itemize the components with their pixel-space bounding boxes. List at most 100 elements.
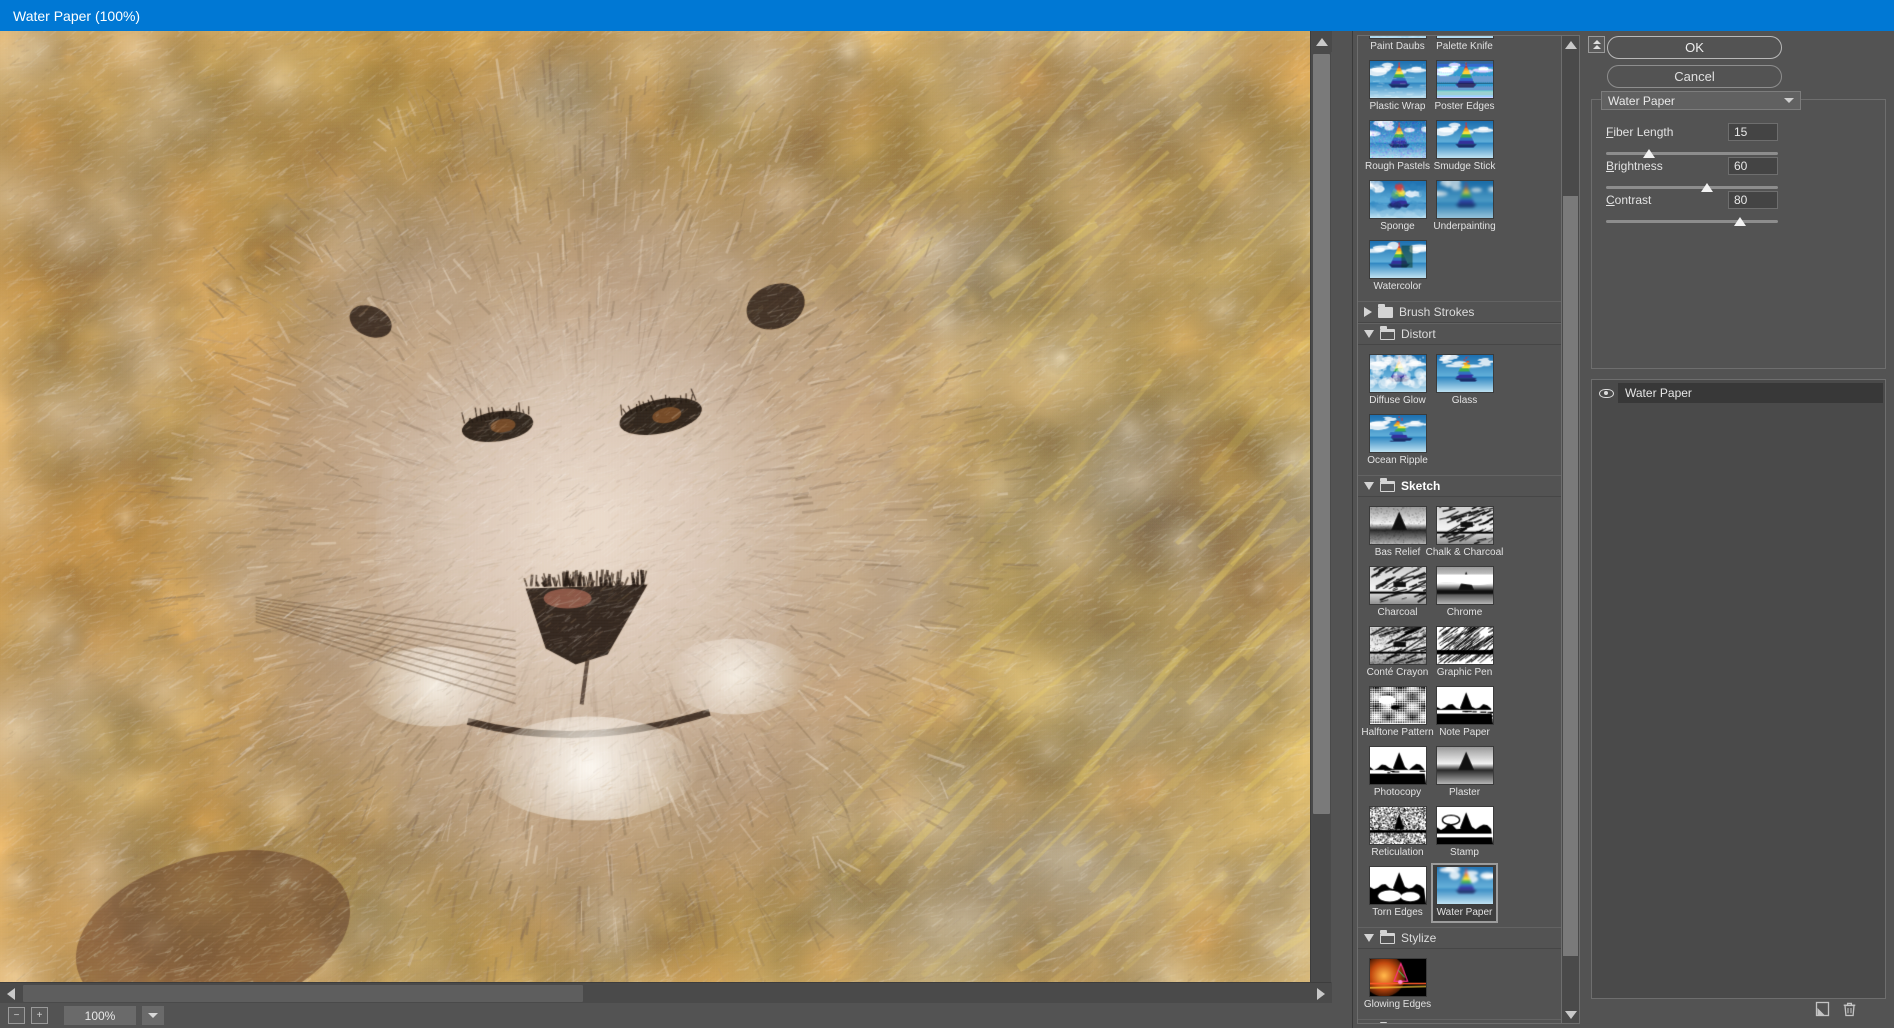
filter-item-chrome[interactable]: Chrome <box>1431 563 1498 623</box>
disclosure-open-icon[interactable] <box>1364 482 1374 490</box>
filter-item-graphic-pen[interactable]: Graphic Pen <box>1431 623 1498 683</box>
filter-item-photocopy[interactable]: Photocopy <box>1364 743 1431 803</box>
filter-thumbnail <box>1435 36 1494 39</box>
scroll-left-arrow[interactable] <box>0 983 21 1004</box>
filter-item-diffuse-glow[interactable]: Diffuse Glow <box>1364 351 1431 411</box>
new-effect-layer-icon[interactable] <box>1814 1000 1831 1018</box>
disclosure-closed-icon[interactable] <box>1364 307 1372 317</box>
parameter-label: Fiber Length <box>1606 125 1674 139</box>
disclosure-open-icon[interactable] <box>1364 934 1374 942</box>
preview-hscroll-thumb[interactable] <box>23 985 583 1002</box>
filter-item-watercolor[interactable]: Watercolor <box>1364 237 1431 297</box>
scroll-right-arrow[interactable] <box>1310 983 1331 1004</box>
filter-item-note-paper[interactable]: Note Paper <box>1431 683 1498 743</box>
filter-thumbnail <box>1435 746 1494 785</box>
filter-thumbnail-grid: Glowing Edges <box>1358 949 1561 1019</box>
filter-thumbnail <box>1368 414 1427 453</box>
trash-icon[interactable] <box>1841 1000 1858 1018</box>
filter-group-header-sketch[interactable]: Sketch <box>1358 475 1561 497</box>
filter-item-bas-relief[interactable]: Bas Relief <box>1364 503 1431 563</box>
filter-item-underpainting[interactable]: Underpainting <box>1431 177 1498 237</box>
filter-item-ocean-ripple[interactable]: Ocean Ripple <box>1364 411 1431 471</box>
preview-vscroll-thumb[interactable] <box>1313 54 1330 814</box>
filter-item-torn-edges[interactable]: Torn Edges <box>1364 863 1431 923</box>
ok-button[interactable]: OK <box>1607 36 1782 59</box>
zoom-dropdown-button[interactable] <box>142 1006 164 1025</box>
filter-thumbnail <box>1435 180 1494 219</box>
zoom-statusbar: − + 100% <box>0 1003 1331 1028</box>
zoom-out-button[interactable]: − <box>8 1007 25 1024</box>
filter-scroll-down-arrow[interactable] <box>1562 1006 1579 1023</box>
filter-thumbnail <box>1368 36 1427 39</box>
effect-layer-row[interactable]: Water Paper <box>1594 383 1883 403</box>
filter-browser-scrollbar[interactable] <box>1561 35 1580 1024</box>
filter-item-sponge[interactable]: Sponge <box>1364 177 1431 237</box>
filter-item-halftone-pattern[interactable]: Halftone Pattern <box>1361 683 1434 743</box>
filter-scroll-up-arrow[interactable] <box>1562 36 1579 53</box>
preview-canvas-container[interactable] <box>0 31 1331 1003</box>
filter-item-rough-pastels[interactable]: Rough Pastels <box>1364 117 1431 177</box>
filter-thumbnail <box>1435 626 1494 665</box>
layer-visibility-toggle[interactable] <box>1594 388 1618 398</box>
parameter-slider-handle[interactable] <box>1734 217 1747 226</box>
filter-item-plastic-wrap[interactable]: Plastic Wrap <box>1364 57 1431 117</box>
preview-vertical-scrollbar[interactable] <box>1310 31 1332 1003</box>
folder-icon <box>1380 477 1395 492</box>
filter-item-label: Chrome <box>1446 607 1483 618</box>
filter-thumbnail <box>1368 626 1427 665</box>
preview-horizontal-scrollbar[interactable] <box>0 982 1331 1004</box>
filter-item-glowing-edges[interactable]: Glowing Edges <box>1364 955 1431 1015</box>
filter-item-palette-knife[interactable]: Palette Knife <box>1431 36 1498 57</box>
zoom-level-value: 100% <box>64 1006 136 1025</box>
parameter-slider-track[interactable] <box>1606 149 1778 158</box>
filter-item-label: Diffuse Glow <box>1369 395 1426 406</box>
filter-item-poster-edges[interactable]: Poster Edges <box>1431 57 1498 117</box>
filter-item-label: Conté Crayon <box>1366 667 1429 678</box>
filter-browser-viewport: Paint Daubs Palette Knife Plastic Wrap Post… <box>1357 35 1562 1024</box>
filter-thumbnail <box>1368 806 1427 845</box>
filter-browser-pane: Paint Daubs Palette Knife Plastic Wrap Post… <box>1352 31 1584 1028</box>
window-titlebar: Water Paper (100%) <box>0 0 1894 31</box>
filtered-image-preview[interactable] <box>0 31 1331 1003</box>
filter-item-glass[interactable]: Glass <box>1431 351 1498 411</box>
filter-group-header-stylize[interactable]: Stylize <box>1358 927 1561 949</box>
filter-item-label: Smudge Stick <box>1433 161 1496 172</box>
filter-group-label: Stylize <box>1401 931 1437 945</box>
filter-item-chalk-charcoal[interactable]: Chalk & Charcoal <box>1426 503 1503 563</box>
filter-thumbnail <box>1435 806 1494 845</box>
effect-layers-list: Water Paper <box>1591 379 1886 999</box>
effect-layer-label: Water Paper <box>1618 383 1883 403</box>
disclosure-open-icon[interactable] <box>1364 330 1374 338</box>
filter-scroll-thumb[interactable] <box>1563 196 1578 956</box>
zoom-in-button[interactable]: + <box>31 1007 48 1024</box>
filter-item-stamp[interactable]: Stamp <box>1431 803 1498 863</box>
parameter-value-input[interactable]: 15 <box>1728 123 1778 141</box>
filter-group-label: Distort <box>1401 327 1436 341</box>
scroll-up-arrow[interactable] <box>1311 31 1332 52</box>
filter-thumbnail <box>1435 506 1494 545</box>
filter-group-header-distort[interactable]: Distort <box>1358 323 1561 345</box>
filter-item-plaster[interactable]: Plaster <box>1431 743 1498 803</box>
parameter-value-input[interactable]: 80 <box>1728 191 1778 209</box>
parameter-slider-track[interactable] <box>1606 217 1778 226</box>
filter-item-paint-daubs[interactable]: Paint Daubs <box>1364 36 1431 57</box>
filter-group-list: Paint Daubs Palette Knife Plastic Wrap Post… <box>1358 36 1561 1023</box>
filter-item-smudge-stick[interactable]: Smudge Stick <box>1431 117 1498 177</box>
filter-item-water-paper[interactable]: Water Paper <box>1431 863 1498 923</box>
filter-thumbnail <box>1368 120 1427 159</box>
cancel-button[interactable]: Cancel <box>1607 65 1782 88</box>
filter-item-cont-crayon[interactable]: Conté Crayon <box>1364 623 1431 683</box>
filter-thumbnail <box>1368 566 1427 605</box>
collapse-panel-button[interactable] <box>1588 36 1605 53</box>
filter-item-reticulation[interactable]: Reticulation <box>1364 803 1431 863</box>
parameter-slider-track[interactable] <box>1606 183 1778 192</box>
filter-item-label: Chalk & Charcoal <box>1425 547 1504 558</box>
parameter-value-input[interactable]: 60 <box>1728 157 1778 175</box>
filter-group-header-texture[interactable]: Texture <box>1358 1019 1561 1023</box>
parameter-row-contrast: Contrast 80 <box>1606 191 1778 226</box>
filter-group-header-brush-strokes[interactable]: Brush Strokes <box>1358 301 1561 323</box>
filter-item-label: Glowing Edges <box>1363 999 1432 1010</box>
filter-item-charcoal[interactable]: Charcoal <box>1364 563 1431 623</box>
filter-select-dropdown[interactable]: Water Paper <box>1601 91 1801 110</box>
filter-item-label: Charcoal <box>1377 607 1418 618</box>
